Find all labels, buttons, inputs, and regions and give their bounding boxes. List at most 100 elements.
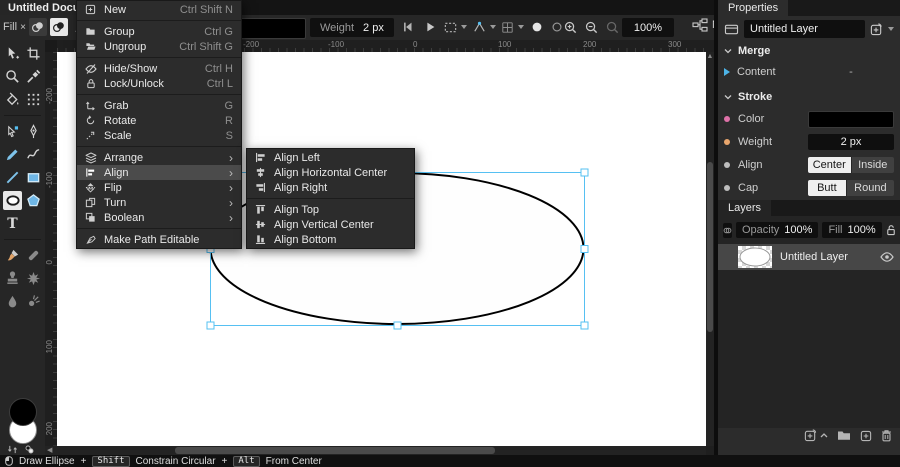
relight-tool-button[interactable] — [24, 292, 43, 311]
menu-item-align-top[interactable]: Align Top — [247, 202, 414, 217]
menu-item-hide-show[interactable]: Hide/Show Ctrl H — [77, 61, 241, 76]
menu-item-align-left[interactable]: Align Left — [247, 150, 414, 165]
text-tool-button[interactable]: T — [3, 214, 22, 233]
zoom-out-button[interactable] — [582, 18, 600, 36]
chevron-down-icon[interactable] — [888, 27, 894, 31]
unlock-icon[interactable] — [886, 224, 896, 236]
menu-item-label: Scale — [104, 129, 132, 142]
menu-item-align-bottom[interactable]: Align Bottom — [247, 232, 414, 247]
menu-item-new[interactable]: New Ctrl Shift N — [77, 2, 241, 17]
menu-item-align-right[interactable]: Align Right — [247, 180, 414, 195]
cap-butt-button[interactable]: Butt — [808, 180, 846, 196]
patch-tool-button[interactable] — [24, 269, 43, 288]
grid-dropdown[interactable] — [498, 18, 524, 36]
menu-item-make-path-editable[interactable]: Make Path Editable — [77, 232, 241, 247]
freehand-tool-button[interactable] — [3, 145, 22, 164]
menu-item-grab[interactable]: Grab G — [77, 98, 241, 113]
layer-row[interactable]: Untitled Layer — [718, 244, 900, 270]
zoom-reset-button[interactable] — [603, 18, 621, 36]
ruler-label: 100 — [45, 340, 54, 354]
fill-opacity-input[interactable]: Fill 100% — [822, 222, 882, 238]
line-tool-button[interactable] — [3, 168, 22, 187]
pattern-tool-button[interactable] — [24, 90, 43, 109]
eyedropper-tool-button[interactable] — [24, 67, 43, 86]
new-layer-dropdown[interactable] — [804, 429, 828, 442]
layer-visibility-eye-icon[interactable] — [880, 252, 894, 262]
skip-to-start-button[interactable] — [399, 18, 417, 36]
selection-handle[interactable] — [580, 245, 589, 253]
add-layer-button[interactable] — [860, 430, 872, 442]
blur-tool-button[interactable] — [3, 292, 22, 311]
horizontal-scroll-thumb[interactable] — [175, 447, 495, 454]
fill-swatch-button[interactable] — [28, 18, 47, 36]
stroke-weight-field[interactable]: 2 px — [808, 134, 894, 150]
reset-colors-icon[interactable] — [25, 445, 34, 454]
artboard-tool-button[interactable] — [24, 44, 43, 63]
fill-tool-button[interactable] — [3, 90, 22, 109]
menu-item-arrange[interactable]: Arrange › — [77, 150, 241, 165]
add-node-icon[interactable] — [870, 22, 883, 36]
swap-colors-icon[interactable] — [8, 445, 17, 454]
scroll-left-arrow-icon[interactable]: ◀ — [47, 446, 52, 455]
ellipse-tool-button[interactable] — [3, 191, 22, 210]
scroll-up-arrow-icon[interactable]: ▲ — [706, 52, 714, 61]
vertical-scrollbar[interactable]: ▲ — [706, 52, 714, 446]
select-tool-button[interactable] — [3, 44, 22, 63]
selection-handle[interactable] — [206, 321, 215, 330]
tab-properties[interactable]: Properties — [718, 0, 789, 16]
selection-mode-dropdown[interactable] — [441, 18, 467, 36]
menu-item-ungroup[interactable]: Ungroup Ctrl Shift G — [77, 39, 241, 54]
align-submenu: Align Left Align Horizontal Center Align… — [246, 148, 415, 249]
selection-handle[interactable] — [580, 321, 589, 330]
pen-tool-button[interactable] — [24, 122, 43, 141]
rectangle-tool-button[interactable] — [24, 168, 43, 187]
menu-item-lock-unlock[interactable]: Lock/Unlock Ctrl L — [77, 76, 241, 91]
menu-item-rotate[interactable]: Rotate R — [77, 113, 241, 128]
opacity-input[interactable]: Opacity 100% — [736, 222, 819, 238]
blend-mode-button[interactable] — [723, 222, 732, 238]
path-tool-button[interactable] — [3, 122, 22, 141]
align-inside-button[interactable]: Inside — [851, 157, 894, 173]
align-top-icon — [254, 204, 267, 215]
menu-item-align-horizontal-center[interactable]: Align Horizontal Center — [247, 165, 414, 180]
merge-section-header[interactable]: Merge — [718, 43, 900, 59]
zoom-level-input[interactable]: 100% — [622, 18, 674, 37]
stroke-color-swatch[interactable] — [240, 18, 306, 39]
menu-item-group[interactable]: Group Ctrl G — [77, 24, 241, 39]
layer-name-input[interactable]: Untitled Layer — [744, 20, 865, 38]
play-button[interactable] — [421, 18, 439, 36]
brush-tool-button[interactable] — [3, 246, 22, 265]
stroke-weight-input[interactable]: Weight 2 px — [310, 18, 394, 37]
menu-item-turn[interactable]: Turn › — [77, 195, 241, 210]
selection-handle[interactable] — [580, 168, 589, 177]
menu-item-label: Align Top — [274, 203, 320, 216]
polygon-tool-button[interactable] — [24, 191, 43, 210]
menu-item-boolean[interactable]: Boolean › — [77, 210, 241, 225]
selection-handle[interactable] — [393, 321, 402, 330]
fill-none-icon[interactable]: × — [20, 22, 26, 33]
navigate-tool-button[interactable] — [3, 67, 22, 86]
zoom-in-button[interactable] — [561, 18, 579, 36]
delete-layer-button[interactable] — [881, 429, 892, 442]
vertical-scroll-thumb[interactable] — [707, 162, 713, 332]
cap-round-label: Round — [854, 182, 887, 194]
horizontal-scrollbar[interactable]: ◀ — [45, 446, 706, 455]
align-center-button[interactable]: Center — [808, 157, 851, 173]
primary-color-swatch[interactable] — [9, 398, 37, 426]
cap-round-button[interactable]: Round — [846, 180, 894, 196]
tab-layers[interactable]: Layers — [718, 200, 772, 216]
snapping-dropdown[interactable] — [470, 18, 496, 36]
view-mode-filled-button[interactable] — [528, 18, 546, 36]
spline-tool-button[interactable] — [24, 145, 43, 164]
heal-tool-button[interactable] — [24, 246, 43, 265]
menu-item-align[interactable]: Align › — [77, 165, 241, 180]
menu-item-scale[interactable]: Scale S — [77, 128, 241, 143]
stroke-section-header[interactable]: Stroke — [718, 89, 900, 105]
stroke-color-value-swatch[interactable] — [808, 110, 894, 128]
clone-tool-button[interactable] — [3, 269, 22, 288]
fill-swatch-button-active[interactable] — [49, 18, 68, 36]
menu-item-flip[interactable]: Flip › — [77, 180, 241, 195]
expand-arrow-icon[interactable] — [724, 68, 730, 76]
new-folder-button[interactable] — [837, 430, 851, 441]
menu-item-align-vertical-center[interactable]: Align Vertical Center — [247, 217, 414, 232]
